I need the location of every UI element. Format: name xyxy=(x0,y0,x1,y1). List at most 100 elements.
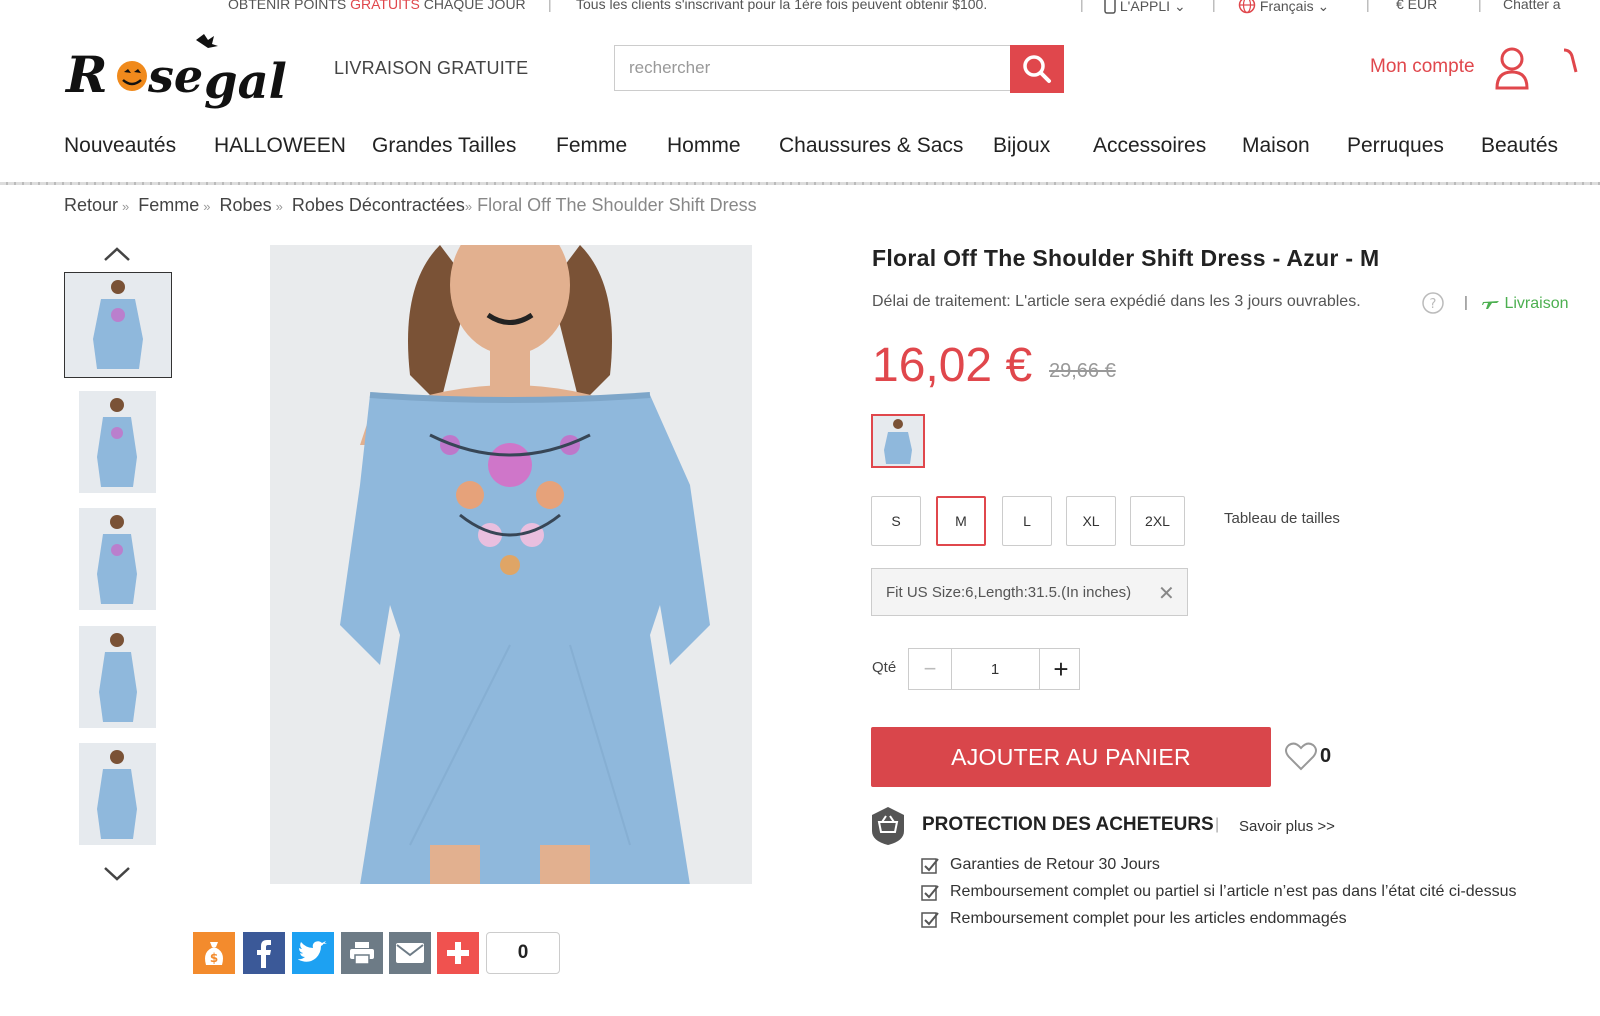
close-icon[interactable]: ✕ xyxy=(1158,581,1175,606)
thumbnail-4[interactable] xyxy=(79,626,156,728)
fit-info-text: Fit US Size:6,Length:31.5.(In inches) xyxy=(886,584,1132,601)
share-count: 0 xyxy=(486,932,560,974)
quantity-label: Qté xyxy=(872,659,897,676)
twitter-share-button[interactable] xyxy=(292,932,334,974)
shield-basket-icon xyxy=(872,807,904,845)
size-chart-link[interactable]: Tableau de tailles xyxy=(1224,510,1340,527)
heart-icon[interactable] xyxy=(1285,741,1317,771)
quantity-decrease-button[interactable]: − xyxy=(909,649,952,689)
checkbox-icon xyxy=(921,858,939,874)
nav-item-home[interactable]: Maison xyxy=(1242,134,1310,158)
thumbnail-5[interactable] xyxy=(79,743,156,845)
svg-text:?: ? xyxy=(1430,297,1437,312)
print-button[interactable] xyxy=(341,932,383,974)
divider: | xyxy=(1212,0,1216,12)
buyer-protection-title: PROTECTION DES ACHETEURS xyxy=(922,814,1214,835)
svg-text:R: R xyxy=(64,45,108,104)
current-price: 16,02 € xyxy=(872,339,1033,392)
fit-info-box: Fit US Size:6,Length:31.5.(In inches) ✕ xyxy=(871,568,1188,616)
size-option-s[interactable]: S xyxy=(871,496,921,546)
add-to-cart-button[interactable]: AJOUTER AU PANIER xyxy=(871,727,1271,787)
main-nav: Nouveautés HALLOWEEN Grandes Tailles Fem… xyxy=(0,130,1600,170)
divider: | xyxy=(1215,816,1220,833)
size-option-xl[interactable]: XL xyxy=(1066,496,1116,546)
color-swatch-azure[interactable] xyxy=(871,414,925,468)
search-bar xyxy=(614,45,1064,93)
nav-item-new[interactable]: Nouveautés xyxy=(64,134,176,158)
thumbnail-3[interactable] xyxy=(79,508,156,610)
divider: | xyxy=(1366,0,1370,12)
nav-item-women[interactable]: Femme xyxy=(556,134,627,158)
nav-item-jewelry[interactable]: Bijoux xyxy=(993,134,1050,158)
globe-icon xyxy=(1238,0,1256,14)
breadcrumb-current: Floral Off The Shoulder Shift Dress xyxy=(477,195,757,215)
nav-item-men[interactable]: Homme xyxy=(667,134,741,158)
signup-promo[interactable]: Tous les clients s'inscrivant pour la 1è… xyxy=(576,0,987,12)
quantity-value[interactable]: 1 xyxy=(951,649,1039,689)
plane-icon xyxy=(1482,301,1499,309)
top-promo-bar: OBTENIR POINTS GRATUITS CHAQUE JOUR | To… xyxy=(0,0,1600,22)
divider: | xyxy=(1080,0,1084,12)
facebook-icon xyxy=(257,940,271,968)
quantity-stepper: − 1 + xyxy=(908,648,1080,690)
learn-more-link[interactable]: Savoir plus >> xyxy=(1239,818,1335,835)
divider: | xyxy=(548,0,552,12)
search-button[interactable] xyxy=(1010,45,1064,93)
cart-icon[interactable] xyxy=(1560,44,1600,88)
breadcrumb-casual-dresses[interactable]: Robes Décontractées xyxy=(292,195,465,215)
main-product-image[interactable] xyxy=(270,245,752,884)
checkbox-icon xyxy=(921,885,939,901)
currency-selector[interactable]: € EUR xyxy=(1396,0,1437,12)
nav-item-halloween[interactable]: HALLOWEEN xyxy=(214,134,346,158)
plus-icon xyxy=(447,942,469,964)
envelope-icon xyxy=(396,943,424,963)
divider: | xyxy=(1464,294,1468,311)
more-share-button[interactable] xyxy=(437,932,479,974)
app-link[interactable]: L'APPLI ⌄ xyxy=(1104,0,1186,15)
chevron-down-icon: ⌄ xyxy=(1317,0,1330,14)
money-bag-icon: $ xyxy=(205,942,223,965)
nav-item-accessories[interactable]: Accessoires xyxy=(1093,134,1206,158)
user-icon[interactable] xyxy=(1494,46,1530,90)
printer-icon xyxy=(350,942,374,965)
chevron-down-icon: ⌄ xyxy=(1173,0,1186,14)
size-option-m[interactable]: M xyxy=(936,496,986,546)
product-title: Floral Off The Shoulder Shift Dress - Az… xyxy=(872,245,1380,271)
processing-time: Délai de traitement: L'article sera expé… xyxy=(872,293,1361,310)
chevron-up-icon[interactable] xyxy=(102,244,132,264)
account-link[interactable]: Mon compte xyxy=(1370,56,1475,78)
points-link[interactable]: OBTENIR POINTS GRATUITS CHAQUE JOUR xyxy=(228,0,526,12)
chat-link[interactable]: Chatter a xyxy=(1503,0,1561,12)
svg-text:se: se xyxy=(147,49,203,103)
nav-item-beauty[interactable]: Beautés xyxy=(1481,134,1558,158)
svg-text:gal: gal xyxy=(204,54,287,110)
dress-illustration xyxy=(270,245,752,884)
nav-item-wigs[interactable]: Perruques xyxy=(1347,134,1444,158)
phone-icon xyxy=(1104,0,1116,14)
quantity-increase-button[interactable]: + xyxy=(1039,649,1082,689)
chevron-down-icon[interactable] xyxy=(102,864,132,884)
help-icon[interactable]: ? xyxy=(1422,292,1444,314)
thumbnail-1[interactable] xyxy=(64,272,172,378)
thumbnail-2[interactable] xyxy=(79,391,156,493)
size-option-2xl[interactable]: 2XL xyxy=(1130,496,1185,546)
breadcrumb: Retour» Femme» Robes» Robes Décontractée… xyxy=(64,195,757,215)
nav-item-plus-size[interactable]: Grandes Tailles xyxy=(372,134,516,158)
logo-image: R se gal xyxy=(64,34,287,110)
divider: | xyxy=(1478,0,1482,12)
size-option-l[interactable]: L xyxy=(1002,496,1052,546)
checkbox-icon xyxy=(921,912,939,928)
svg-text:$: $ xyxy=(210,951,218,965)
original-price: 29,66 € xyxy=(1049,360,1116,382)
language-selector[interactable]: Français ⌄ xyxy=(1238,0,1329,15)
breadcrumb-dresses[interactable]: Robes xyxy=(220,195,272,215)
shipping-link[interactable]: Livraison xyxy=(1482,293,1568,313)
email-share-button[interactable] xyxy=(389,932,431,974)
nav-item-shoes-bags[interactable]: Chaussures & Sacs xyxy=(779,134,963,158)
cashback-share-button[interactable]: $ xyxy=(193,932,235,974)
search-input[interactable] xyxy=(614,45,1010,91)
facebook-share-button[interactable] xyxy=(243,932,285,974)
breadcrumb-back[interactable]: Retour xyxy=(64,195,118,215)
breadcrumb-women[interactable]: Femme xyxy=(138,195,199,215)
rosegal-logo[interactable]: R se gal xyxy=(64,28,309,116)
